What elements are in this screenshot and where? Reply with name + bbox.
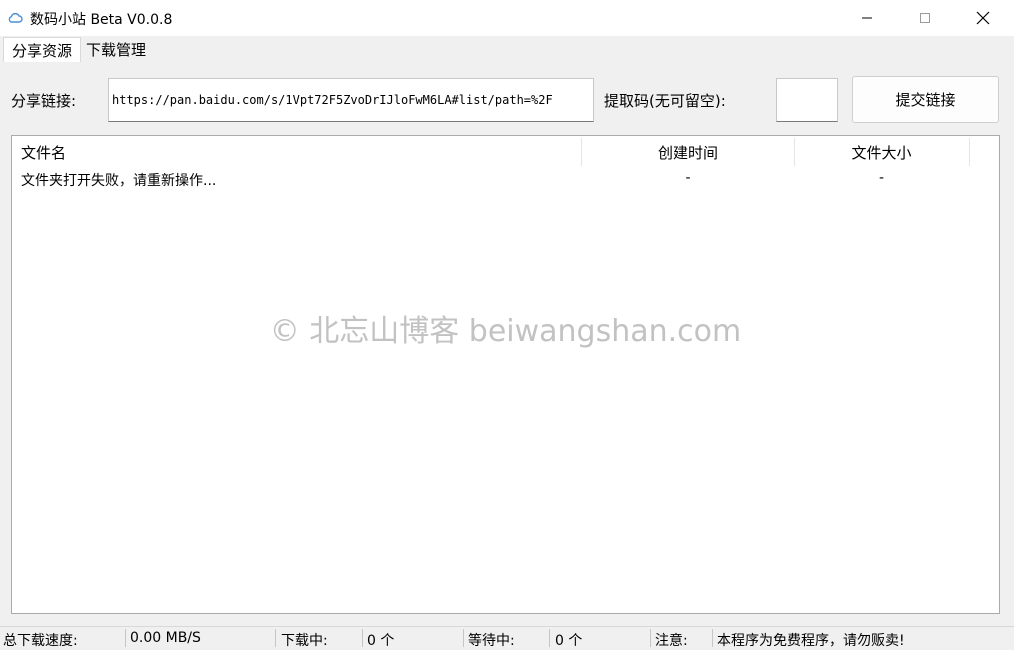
extract-code-input[interactable]	[776, 78, 838, 122]
speed-label: 总下载速度:	[3, 633, 78, 649]
status-divider	[275, 629, 276, 647]
column-header-created[interactable]: 创建时间	[582, 142, 794, 163]
maximize-button[interactable]	[896, 0, 954, 36]
tab-strip: 分享资源 下载管理	[0, 36, 1014, 62]
close-button[interactable]	[954, 0, 1012, 36]
file-name-cell: 文件夹打开失败，请重新操作...	[21, 173, 217, 189]
notice-label: 注意:	[655, 633, 688, 649]
extract-code-label: 提取码(无可留空):	[604, 92, 726, 110]
column-divider[interactable]	[969, 138, 970, 166]
waiting-label: 等待中:	[468, 633, 515, 649]
status-divider	[125, 629, 126, 647]
tab-download-management[interactable]: 下载管理	[80, 37, 152, 61]
waiting-count: 0 个	[555, 633, 583, 649]
minimize-button[interactable]	[838, 0, 896, 36]
file-size-cell: -	[878, 170, 885, 186]
title-bar: 数码小站 Beta V0.0.8	[0, 0, 1014, 36]
status-divider	[463, 629, 464, 647]
downloading-count: 0 个	[367, 633, 395, 649]
watermark: © 北忘山博客 beiwangshan.com	[269, 314, 742, 349]
list-header: 文件名 创建时间 文件大小	[12, 136, 999, 166]
tab-share-resources[interactable]: 分享资源	[3, 37, 81, 62]
created-time-cell: -	[685, 170, 691, 186]
column-header-size[interactable]: 文件大小	[794, 142, 969, 163]
status-divider	[712, 629, 713, 647]
maximize-icon	[920, 13, 930, 23]
downloading-label: 下载中:	[281, 633, 328, 649]
status-divider	[362, 629, 363, 647]
close-icon	[976, 11, 990, 25]
notice-text: 本程序为免费程序，请勿贩卖!	[717, 633, 905, 649]
status-divider	[549, 629, 550, 647]
share-link-label: 分享链接:	[11, 92, 77, 110]
share-link-input[interactable]	[108, 78, 594, 122]
window-title: 数码小站 Beta V0.0.8	[30, 12, 173, 28]
list-item[interactable]: 文件夹打开失败，请重新操作... - -	[12, 168, 999, 190]
cloud-icon	[8, 12, 23, 23]
column-header-filename[interactable]: 文件名	[21, 142, 66, 163]
status-divider	[650, 629, 651, 647]
status-bar: 总下载速度: 0.00 MB/S 下载中: 0 个 等待中: 0 个 注意: 本…	[0, 626, 1014, 649]
file-list[interactable]: 文件名 创建时间 文件大小 文件夹打开失败，请重新操作... - - © 北忘山…	[11, 135, 1000, 614]
speed-value: 0.00 MB/S	[130, 630, 201, 646]
share-panel: 分享链接: 提取码(无可留空): 提交链接 文件名 创建时间 文件大小 文件夹打…	[0, 62, 1014, 622]
minimize-icon	[862, 17, 872, 19]
submit-link-button[interactable]: 提交链接	[852, 76, 999, 123]
